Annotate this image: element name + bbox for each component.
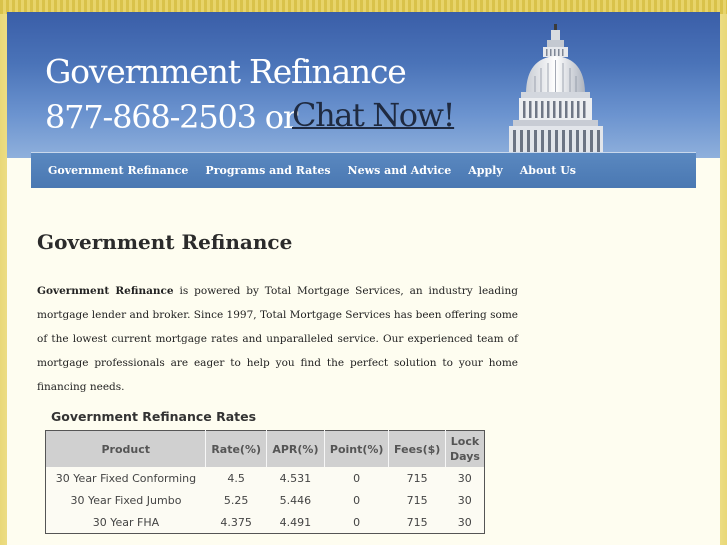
rates-table-header-row: Product Rate(%) APR(%) Point(%) Fees($) … (45, 430, 485, 467)
table-row: 30 Year Fixed Conforming 4.5 4.531 0 715… (45, 467, 485, 489)
cell-point: 0 (324, 489, 389, 511)
intro-bold-text: Government Refinance (37, 285, 174, 297)
rates-table: Product Rate(%) APR(%) Point(%) Fees($) … (45, 430, 485, 534)
cell-apr: 4.531 (266, 467, 325, 489)
capitol-dome-icon (509, 24, 603, 156)
column-header-product: Product (45, 430, 207, 467)
table-row: 30 Year FHA 4.375 4.491 0 715 30 (45, 511, 485, 534)
table-row: 30 Year Fixed Jumbo 5.25 5.446 0 715 30 (45, 489, 485, 511)
column-header-rate: Rate(%) (205, 430, 267, 467)
cell-lock-days: 30 (445, 467, 485, 489)
site-header: Government Refinance 877-868-2503 or Cha… (7, 12, 720, 158)
cell-fees: 715 (388, 467, 446, 489)
cell-rate: 4.375 (205, 511, 267, 534)
intro-body-text: is powered by Total Mortgage Services, a… (37, 285, 518, 393)
chat-now-link[interactable]: Chat Now! (292, 96, 456, 134)
nav-item-programs-and-rates[interactable]: Programs and Rates (205, 164, 330, 177)
cell-apr: 5.446 (266, 489, 325, 511)
cell-product: 30 Year FHA (45, 511, 206, 534)
column-header-apr: APR(%) (266, 430, 325, 467)
main-navigation: Government Refinance Programs and Rates … (31, 152, 696, 188)
cell-lock-days: 30 (445, 511, 485, 534)
rates-table-title: Government Refinance Rates (51, 409, 257, 424)
cell-rate: 5.25 (205, 489, 267, 511)
cell-product: 30 Year Fixed Conforming (45, 467, 206, 489)
phone-number: 877-868-2503 or (45, 98, 298, 136)
page-title: Government Refinance (37, 230, 293, 254)
column-header-point: Point(%) (324, 430, 390, 467)
site-title[interactable]: Government Refinance (45, 52, 407, 91)
nav-item-apply[interactable]: Apply (468, 164, 503, 177)
cell-fees: 715 (388, 489, 446, 511)
cell-product: 30 Year Fixed Jumbo (45, 489, 206, 511)
cell-rate: 4.5 (205, 467, 267, 489)
intro-paragraph: Government Refinance is powered by Total… (37, 279, 518, 399)
nav-item-government-refinance[interactable]: Government Refinance (48, 164, 188, 177)
cell-point: 0 (324, 467, 389, 489)
column-header-lock-days: Lock Days (445, 430, 485, 467)
cell-lock-days: 30 (445, 489, 485, 511)
cell-point: 0 (324, 511, 389, 534)
cell-fees: 715 (388, 511, 446, 534)
cell-apr: 4.491 (266, 511, 325, 534)
nav-item-about-us[interactable]: About Us (520, 164, 576, 177)
column-header-fees: Fees($) (388, 430, 446, 467)
nav-item-news-and-advice[interactable]: News and Advice (348, 164, 452, 177)
